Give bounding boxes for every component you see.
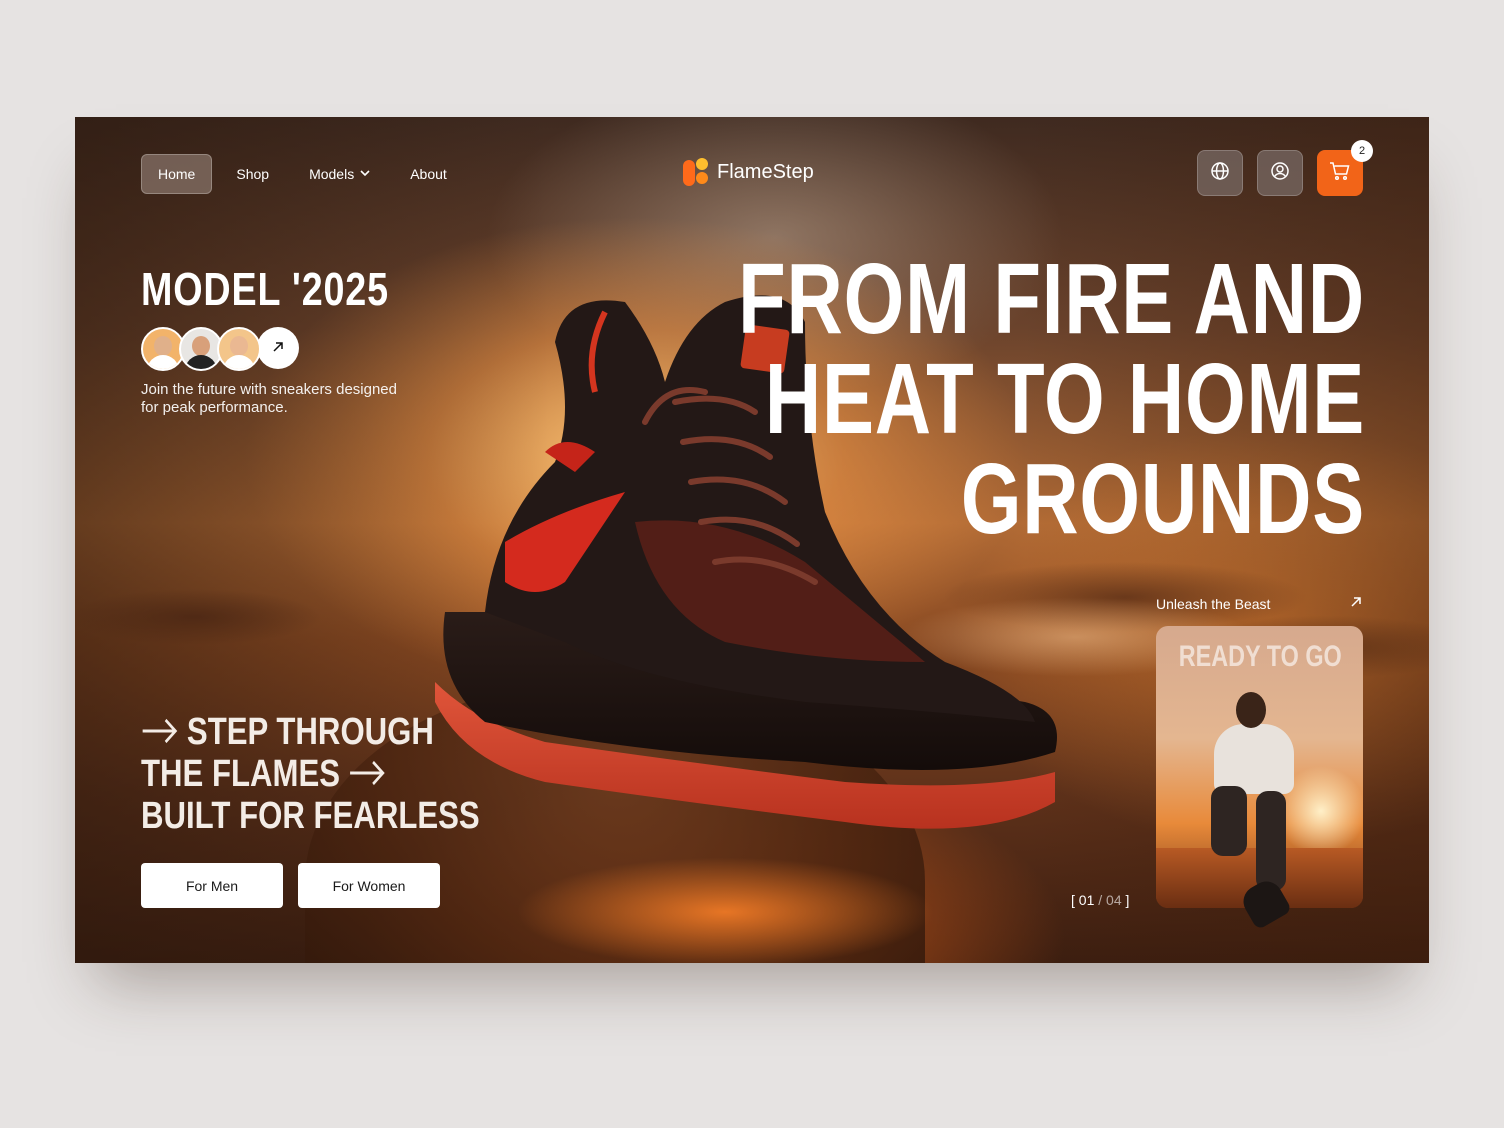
for-women-label: For Women (332, 877, 406, 894)
hero-tagline: Join the future with sneakers designed f… (141, 381, 397, 416)
chevron-down-icon (360, 169, 370, 180)
arrow-right-icon (141, 711, 179, 753)
hero-banner: Home Shop Models About FlameStep 2 MODEL… (75, 117, 1429, 963)
community-avatars (141, 327, 299, 371)
feature-steps: STEP THROUGH THE FLAMES BUILT FOR FEARLE… (141, 711, 554, 837)
headline-line: HEAT TO HOME (764, 343, 1365, 455)
for-women-button[interactable]: For Women (298, 863, 440, 908)
brand-logo[interactable]: FlameStep (683, 158, 814, 186)
hero-headline: FROM FIRE AND HEAT TO HOME GROUNDS (465, 249, 1365, 549)
step-line: STEP THROUGH (141, 711, 480, 753)
step-text: BUILT FOR FEARLESS (141, 795, 480, 837)
globe-icon (1210, 161, 1230, 185)
step-text: STEP THROUGH (186, 711, 434, 753)
header-actions: 2 (1197, 140, 1373, 196)
brand-name: FlameStep (717, 160, 814, 183)
headline-line: GROUNDS (960, 443, 1365, 555)
counter-current: 01 (1078, 892, 1095, 908)
language-button[interactable] (1197, 150, 1243, 196)
arrow-up-right-icon (271, 339, 285, 358)
nav-home-label: Home (158, 166, 196, 182)
nav-models-label: Models (309, 166, 355, 182)
logo-mark-icon (683, 158, 709, 186)
account-button[interactable] (1257, 150, 1303, 196)
model-figure (1214, 724, 1294, 794)
headline-line: FROM FIRE AND (738, 243, 1365, 355)
nav-models[interactable]: Models (293, 155, 386, 193)
model-head (1236, 692, 1266, 728)
community-link-button[interactable] (257, 327, 299, 369)
for-men-label: For Men (185, 877, 239, 894)
counter-close: ] (1125, 892, 1130, 908)
nav-shop-label: Shop (236, 166, 270, 182)
lava-glow (515, 857, 935, 963)
model-title: MODEL '2025 (141, 263, 389, 315)
counter-total: 04 (1106, 892, 1122, 908)
user-icon (1270, 161, 1290, 185)
model-leg (1256, 791, 1286, 891)
model-leg (1211, 786, 1247, 856)
audience-buttons: For Men For Women (141, 863, 440, 908)
for-men-button[interactable]: For Men (141, 863, 283, 908)
promo-card[interactable]: READY TO GO (1156, 626, 1363, 908)
step-text: THE FLAMES (141, 753, 341, 795)
cart-icon (1329, 161, 1351, 185)
promo-card-title: READY TO GO (1178, 640, 1342, 673)
slide-counter: [ 01 / 04 ] (1071, 892, 1129, 908)
nav-home[interactable]: Home (141, 154, 213, 194)
nav-about-label: About (410, 166, 447, 182)
cart-count-badge: 2 (1351, 140, 1373, 162)
nav-about[interactable]: About (394, 155, 463, 193)
counter-open: [ (1071, 892, 1075, 908)
arrow-up-right-icon (1349, 595, 1363, 612)
step-line: BUILT FOR FEARLESS (141, 795, 480, 837)
step-line: THE FLAMES (141, 753, 480, 795)
nav-shop[interactable]: Shop (220, 155, 285, 193)
cart-button[interactable]: 2 (1317, 140, 1373, 196)
avatar (217, 327, 261, 371)
main-nav: Home Shop Models About (141, 154, 463, 194)
counter-separator: / (1098, 892, 1103, 908)
arrow-right-icon (348, 753, 386, 795)
promo-link[interactable]: Unleash the Beast (1156, 595, 1363, 612)
promo-heading: Unleash the Beast (1156, 595, 1271, 612)
